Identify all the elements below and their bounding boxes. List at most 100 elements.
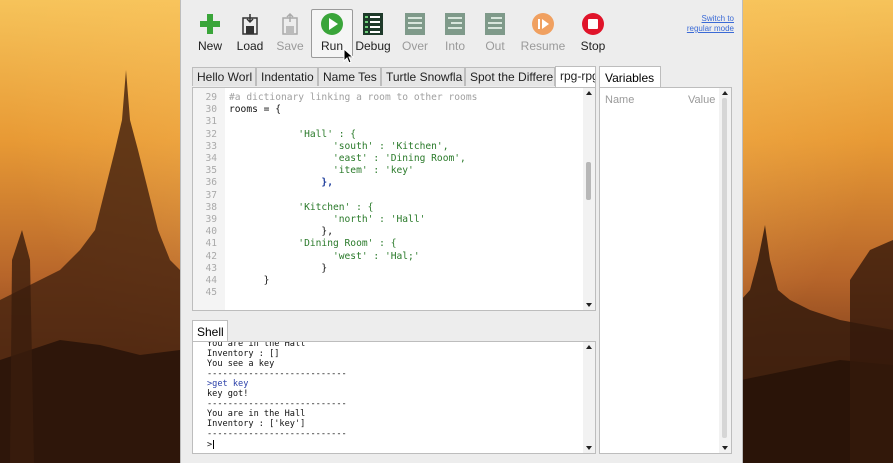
code-line: 45: [193, 287, 573, 299]
code-line: 34 'east' : 'Dining Room',: [193, 153, 573, 165]
variables-column-name: Name: [605, 94, 635, 106]
code-line: 39 'north' : 'Hall': [193, 214, 573, 226]
line-number: 39: [205, 214, 217, 225]
code-line: 43 }: [193, 263, 573, 275]
code-text: 'Dining Room' : {: [229, 238, 397, 250]
stop-button[interactable]: Stop: [573, 10, 613, 56]
tab-name-test[interactable]: Name Tes: [318, 67, 381, 86]
debug-icon: [363, 13, 383, 35]
stop-icon: [582, 13, 604, 35]
line-number: 34: [205, 153, 217, 164]
editor-scroll-thumb[interactable]: [586, 162, 591, 200]
shell-console[interactable]: You are in the Hall Inventory : [] You see…: [192, 341, 596, 454]
tab-spot-the-difference[interactable]: Spot the Differe: [465, 67, 555, 86]
code-text: 'east' : 'Dining Room',: [229, 153, 466, 164]
toolbar: New Load Save Run Debug Over Into Out Re…: [181, 0, 742, 64]
scroll-down-icon[interactable]: [586, 303, 592, 307]
resume-icon: [532, 13, 554, 35]
code-text: rooms = {: [229, 104, 281, 116]
variables-scrollbar[interactable]: [719, 88, 731, 453]
shell-output-line: ---------------------------: [207, 429, 347, 439]
code-line: 31: [193, 116, 573, 128]
editor-tab-bar: Hello Worl Indentatio Name Tes Turtle Sn…: [192, 66, 596, 87]
line-number: 37: [205, 189, 217, 201]
step-over-icon: [405, 13, 425, 35]
tab-shell[interactable]: Shell: [192, 320, 228, 342]
step-over-button[interactable]: Over: [395, 10, 435, 56]
switch-mode-link-line2: regular mode: [686, 24, 734, 33]
mouse-pointer-icon: [343, 48, 355, 64]
line-number: 43: [205, 262, 217, 274]
scroll-up-icon[interactable]: [586, 91, 592, 95]
step-out-icon: [485, 13, 505, 35]
code-text: 'west' : 'Hal;': [229, 250, 420, 262]
line-number: 32: [205, 128, 217, 140]
variables-scroll-thumb[interactable]: [722, 98, 727, 438]
code-editor[interactable]: 29 #a dictionary linking a room to other …: [192, 87, 596, 311]
resume-button-label: Resume: [520, 39, 566, 53]
line-number: 29: [205, 92, 217, 103]
switch-mode-link-line1: Switch to: [701, 14, 734, 23]
line-number: 44: [205, 275, 217, 286]
load-button[interactable]: Load: [230, 10, 270, 56]
code-line: 29 #a dictionary linking a room to other …: [193, 92, 573, 104]
debug-button[interactable]: Debug: [353, 10, 393, 56]
editor-scrollbar[interactable]: [583, 88, 595, 310]
shell-prompt[interactable]: >: [207, 440, 215, 450]
step-into-button[interactable]: Into: [435, 10, 475, 56]
code-text: },: [229, 177, 333, 189]
scroll-up-icon[interactable]: [586, 345, 592, 349]
shell-output-line: Inventory : ['key']: [207, 419, 306, 429]
save-icon: [282, 12, 298, 35]
code-line: 36 },: [193, 177, 573, 189]
code-line: 38 'Kitchen' : {: [193, 202, 573, 214]
load-icon: [242, 14, 258, 35]
code-line: 32 'Hall' : {: [193, 129, 573, 141]
variables-pane: Variables Name Value: [599, 66, 732, 454]
shell-scrollbar[interactable]: [583, 342, 595, 453]
thonny-window: New Load Save Run Debug Over Into Out Re…: [180, 0, 743, 463]
step-out-button-label: Out: [485, 39, 505, 53]
step-into-icon: [445, 13, 465, 35]
line-number: 45: [205, 287, 217, 299]
scroll-up-icon[interactable]: [722, 91, 728, 95]
step-out-button[interactable]: Out: [475, 10, 515, 56]
line-number: 30: [205, 104, 217, 116]
save-button[interactable]: Save: [270, 10, 310, 56]
step-over-button-label: Over: [401, 39, 428, 53]
shell-output-line: Inventory : []: [207, 349, 280, 359]
tab-indentation[interactable]: Indentatio: [256, 67, 318, 86]
tab-hello-world[interactable]: Hello Worl: [192, 67, 256, 86]
scroll-down-icon[interactable]: [722, 446, 728, 450]
code-line: 30 rooms = {: [193, 104, 573, 116]
text-caret: [213, 440, 215, 449]
line-number: 41: [205, 238, 217, 250]
line-number: 42: [205, 250, 217, 262]
line-number: 31: [205, 116, 217, 128]
shell-output-line: key got!: [207, 389, 249, 399]
code-line: 44 }: [193, 275, 573, 287]
shell-pane: Shell You are in the Hall Inventory : [] Y…: [192, 320, 596, 454]
switch-mode-link[interactable]: Switch to regular mode: [687, 14, 734, 34]
load-button-label: Load: [236, 39, 264, 53]
shell-output-line: You see a key: [207, 359, 275, 369]
stop-button-label: Stop: [580, 39, 606, 53]
tab-rpg[interactable]: rpg-rpg.: [555, 66, 596, 87]
new-button[interactable]: New: [190, 10, 230, 56]
line-number: 36: [205, 177, 217, 189]
save-button-label: Save: [276, 39, 304, 53]
tab-variables[interactable]: Variables: [599, 66, 661, 88]
code-line: 41 'Dining Room' : {: [193, 238, 573, 250]
step-into-button-label: Into: [444, 39, 465, 53]
code-text: }: [229, 262, 328, 274]
plus-icon: [200, 14, 220, 34]
code-text: #a dictionary linking a room to other ro…: [229, 92, 478, 103]
code-line: 33 'south' : 'Kitchen',: [193, 141, 573, 153]
code-line: 42 'west' : 'Hal;': [193, 251, 573, 263]
variables-column-value: Value: [688, 94, 716, 106]
tab-turtle-snowflake[interactable]: Turtle Snowfla: [381, 67, 465, 86]
scroll-down-icon[interactable]: [586, 446, 592, 450]
resume-button[interactable]: Resume: [519, 10, 567, 56]
line-number: 33: [205, 140, 217, 152]
code-text: 'north' : 'Hall': [229, 214, 426, 225]
